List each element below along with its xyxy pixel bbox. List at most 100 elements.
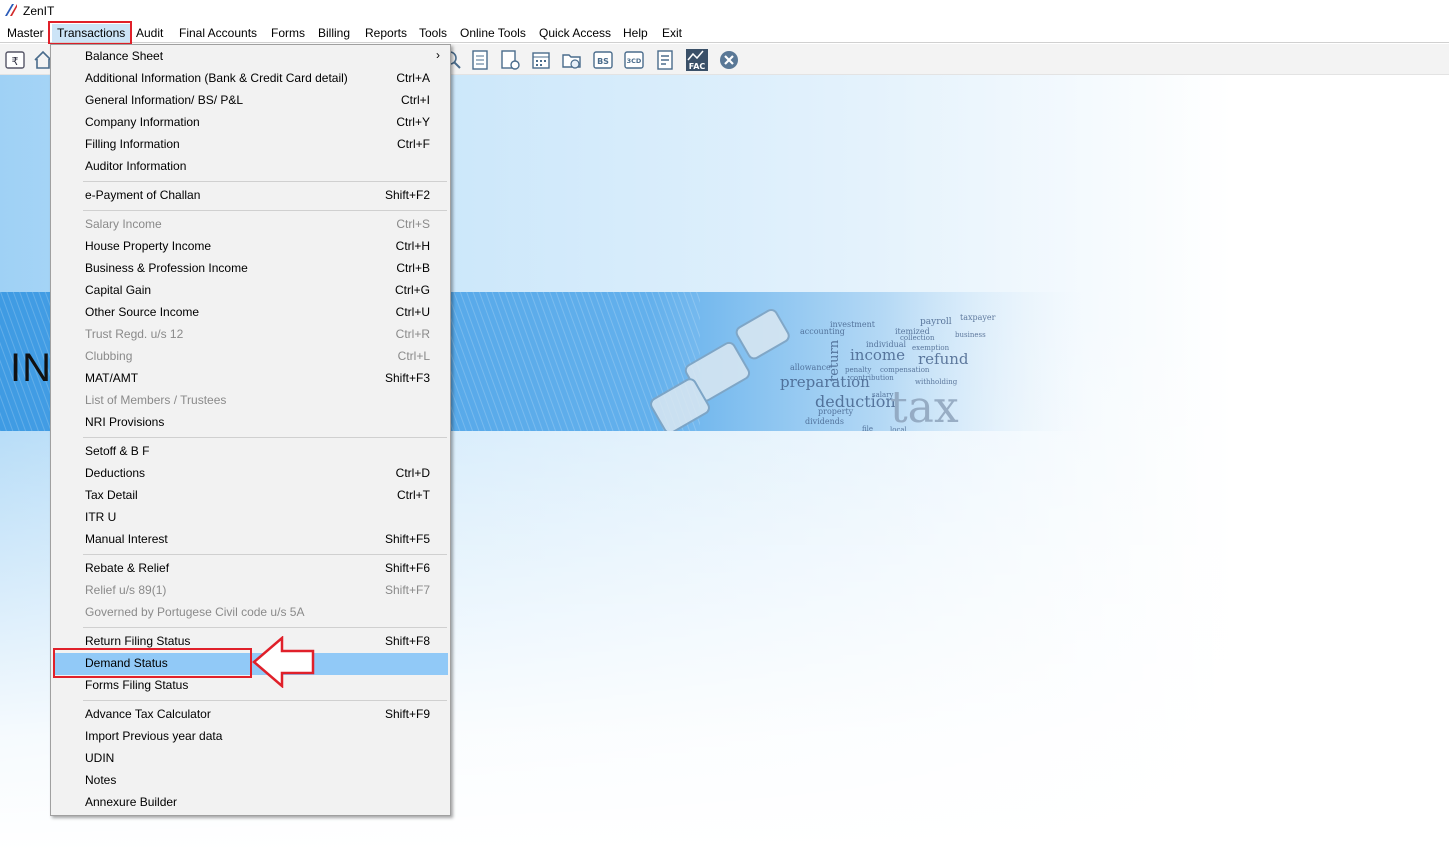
calendar-icon[interactable] bbox=[530, 49, 552, 71]
word-taxpayer: taxpayer bbox=[960, 313, 996, 322]
bs-icon-label: BS bbox=[597, 57, 609, 66]
menu-item-filling-information[interactable]: Filling Information Ctrl+F bbox=[51, 134, 450, 156]
menu-master[interactable]: Master bbox=[2, 24, 49, 42]
menu-quick-access[interactable]: Quick Access bbox=[534, 24, 616, 42]
menu-reports[interactable]: Reports bbox=[360, 24, 412, 42]
menu-item-shortcut: Shift+F5 bbox=[384, 532, 430, 546]
menu-item-shortcut: Ctrl+R bbox=[395, 327, 430, 341]
user-report-icon[interactable] bbox=[499, 49, 521, 71]
menu-item-rebate-relief[interactable]: Rebate & Relief Shift+F6 bbox=[51, 558, 450, 580]
word-withholding: withholding bbox=[915, 378, 958, 386]
bs-icon[interactable]: BS bbox=[592, 49, 614, 71]
menu-item-shortcut: Ctrl+D bbox=[395, 466, 430, 480]
word-contribution: contribution bbox=[850, 374, 894, 382]
transactions-dropdown-menu: Balance Sheet › Additional Information (… bbox=[50, 44, 451, 816]
menu-item-label: ITR U bbox=[85, 510, 117, 524]
menu-item-label: e-Payment of Challan bbox=[85, 188, 201, 202]
menu-item-label: Trust Regd. u/s 12 bbox=[85, 327, 184, 341]
menu-item-relief-89: Relief u/s 89(1) Shift+F7 bbox=[51, 580, 450, 602]
menu-item-shortcut: Ctrl+G bbox=[394, 283, 430, 297]
menu-item-shortcut: Shift+F8 bbox=[384, 634, 430, 648]
menu-item-shortcut: Shift+F2 bbox=[384, 188, 430, 202]
rupee-book-icon[interactable]: ₹ bbox=[4, 49, 26, 71]
menu-item-company-information[interactable]: Company Information Ctrl+Y bbox=[51, 112, 450, 134]
folder-icon[interactable] bbox=[561, 49, 583, 71]
menu-item-advance-tax-calculator[interactable]: Advance Tax Calculator Shift+F9 bbox=[51, 704, 450, 726]
menu-online-tools[interactable]: Online Tools bbox=[455, 24, 531, 42]
menu-item-label: General Information/ BS/ P&L bbox=[85, 93, 244, 107]
title-bar: ZenIT bbox=[0, 0, 1449, 22]
menu-final-accounts[interactable]: Final Accounts bbox=[174, 24, 262, 42]
menu-item-capital-gain[interactable]: Capital Gain Ctrl+G bbox=[51, 280, 450, 302]
form-icon[interactable] bbox=[654, 49, 676, 71]
menu-item-list-of-members: List of Members / Trustees bbox=[51, 390, 450, 412]
menu-audit[interactable]: Audit bbox=[131, 24, 168, 42]
menu-item-label: House Property Income bbox=[85, 239, 212, 253]
menu-item-deductions[interactable]: Deductions Ctrl+D bbox=[51, 463, 450, 485]
word-exemption: exemption bbox=[912, 344, 950, 352]
menu-item-clubbing: Clubbing Ctrl+L bbox=[51, 346, 450, 368]
menu-billing[interactable]: Billing bbox=[313, 24, 355, 42]
menu-item-label: Setoff & B F bbox=[85, 444, 150, 458]
menu-item-e-payment-of-challan[interactable]: e-Payment of Challan Shift+F2 bbox=[51, 185, 450, 207]
menu-item-mat-amt[interactable]: MAT/AMT Shift+F3 bbox=[51, 368, 450, 390]
menu-item-shortcut: Ctrl+T bbox=[397, 488, 430, 502]
fac-icon[interactable]: FAC bbox=[685, 48, 709, 72]
menu-item-auditor-information[interactable]: Auditor Information bbox=[51, 156, 450, 178]
menu-item-label: Relief u/s 89(1) bbox=[85, 583, 167, 597]
menu-item-label: Manual Interest bbox=[85, 532, 168, 546]
menu-item-forms-filing-status[interactable]: Forms Filing Status bbox=[51, 675, 450, 697]
menu-item-shortcut: Ctrl+L bbox=[397, 349, 430, 363]
3cd-icon[interactable]: 3CD bbox=[623, 49, 645, 71]
menu-item-label: Governed by Portugese Civil code u/s 5A bbox=[85, 605, 305, 619]
menu-item-itr-u[interactable]: ITR U bbox=[51, 507, 450, 529]
word-payroll: payroll bbox=[920, 317, 952, 327]
menu-separator bbox=[83, 554, 447, 555]
menu-item-import-previous-year[interactable]: Import Previous year data bbox=[51, 726, 450, 748]
menu-item-shortcut: Ctrl+I bbox=[400, 93, 430, 107]
menu-item-business-profession-income[interactable]: Business & Profession Income Ctrl+B bbox=[51, 258, 450, 280]
word-local: local bbox=[890, 426, 908, 431]
menu-item-other-source-income[interactable]: Other Source Income Ctrl+U bbox=[51, 302, 450, 324]
menu-forms[interactable]: Forms bbox=[266, 24, 310, 42]
menu-item-label: Capital Gain bbox=[85, 283, 152, 297]
menu-item-balance-sheet[interactable]: Balance Sheet › bbox=[51, 46, 450, 68]
menu-item-label: Demand Status bbox=[85, 656, 168, 670]
word-collection: collection bbox=[900, 334, 935, 342]
word-accounting: accounting bbox=[800, 327, 845, 336]
menu-transactions[interactable]: Transactions bbox=[52, 24, 131, 42]
menu-item-nri-provisions[interactable]: NRI Provisions bbox=[51, 412, 450, 434]
menu-item-label: Company Information bbox=[85, 115, 200, 129]
word-business: business bbox=[955, 331, 986, 339]
callout-arrow-icon bbox=[252, 636, 315, 688]
menu-item-udin[interactable]: UDIN bbox=[51, 748, 450, 770]
report-icon[interactable] bbox=[469, 49, 491, 71]
menu-item-shortcut: Ctrl+U bbox=[395, 305, 430, 319]
menu-item-shortcut: Ctrl+H bbox=[395, 239, 430, 253]
menu-tools[interactable]: Tools bbox=[414, 24, 452, 42]
word-tax: tax bbox=[890, 382, 959, 431]
menu-item-house-property-income[interactable]: House Property Income Ctrl+H bbox=[51, 236, 450, 258]
word-allowance: allowance bbox=[790, 363, 831, 372]
menu-separator bbox=[83, 437, 447, 438]
menu-item-annexure-builder[interactable]: Annexure Builder bbox=[51, 792, 450, 814]
menu-item-tax-detail[interactable]: Tax Detail Ctrl+T bbox=[51, 485, 450, 507]
menu-item-label: Tax Detail bbox=[85, 488, 138, 502]
menu-item-trust-regd: Trust Regd. u/s 12 Ctrl+R bbox=[51, 324, 450, 346]
menu-item-additional-information[interactable]: Additional Information (Bank & Credit Ca… bbox=[51, 68, 450, 90]
menu-item-label: Rebate & Relief bbox=[85, 561, 170, 575]
menu-item-label: Forms Filing Status bbox=[85, 678, 189, 692]
menu-exit[interactable]: Exit bbox=[657, 24, 687, 42]
menu-item-shortcut: Ctrl+Y bbox=[396, 115, 430, 129]
menu-item-notes[interactable]: Notes bbox=[51, 770, 450, 792]
menu-item-label: Additional Information (Bank & Credit Ca… bbox=[85, 71, 348, 85]
menu-item-setoff-bf[interactable]: Setoff & B F bbox=[51, 441, 450, 463]
close-icon[interactable] bbox=[718, 49, 740, 71]
menu-separator bbox=[83, 181, 447, 182]
menu-item-general-information[interactable]: General Information/ BS/ P&L Ctrl+I bbox=[51, 90, 450, 112]
menu-item-manual-interest[interactable]: Manual Interest Shift+F5 bbox=[51, 529, 450, 551]
menu-item-return-filing-status[interactable]: Return Filing Status Shift+F8 bbox=[51, 631, 450, 653]
menu-item-label: Salary Income bbox=[85, 217, 162, 231]
menu-help[interactable]: Help bbox=[618, 24, 653, 42]
menu-item-demand-status[interactable]: Demand Status bbox=[53, 653, 448, 675]
